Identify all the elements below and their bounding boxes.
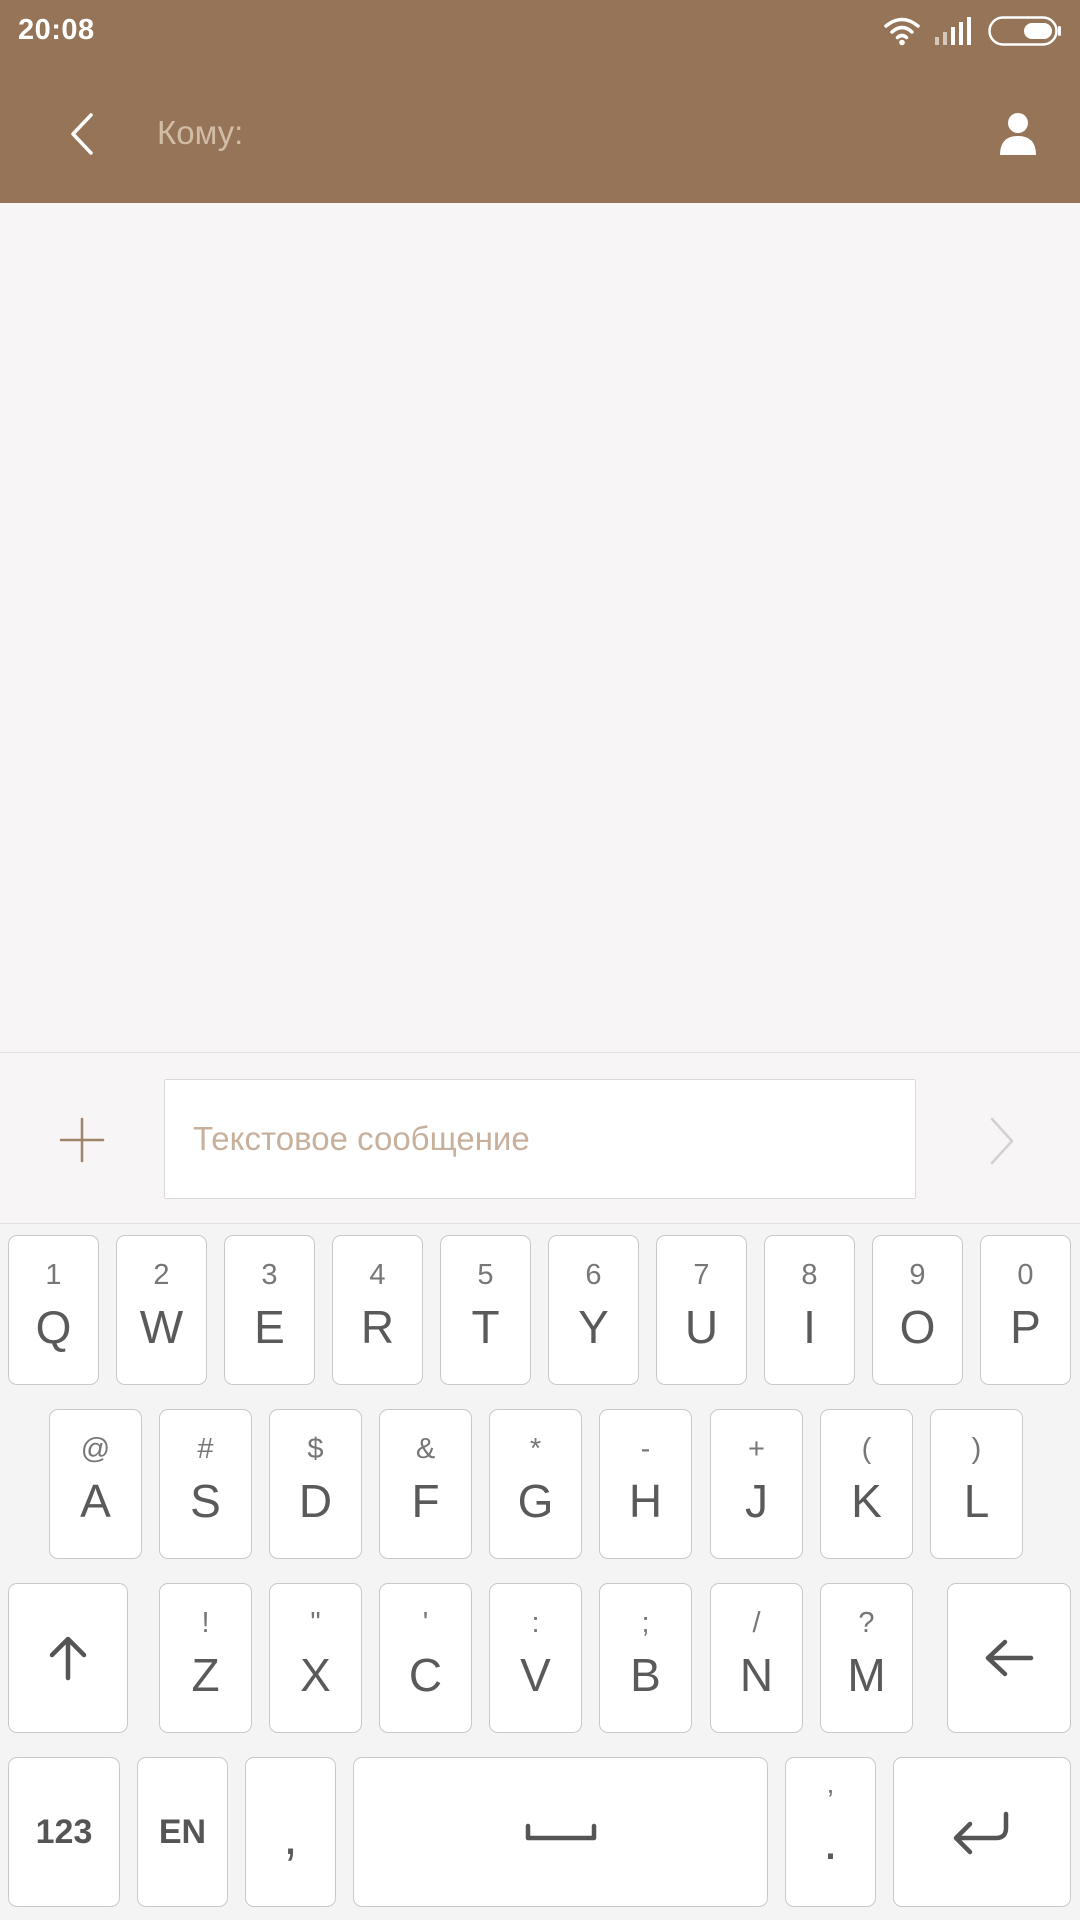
key-h[interactable]: -H — [599, 1409, 692, 1559]
battery-icon — [988, 16, 1061, 46]
language-key[interactable]: EN — [137, 1757, 228, 1907]
message-composer — [0, 1052, 1080, 1224]
key-t[interactable]: 5T — [440, 1235, 531, 1385]
key-w[interactable]: 2W — [116, 1235, 207, 1385]
enter-key[interactable] — [893, 1757, 1071, 1907]
key-x[interactable]: " X — [269, 1583, 362, 1733]
app-bar: 20:08 Кому: — [0, 0, 1080, 203]
keyboard: 1Q 2W 3E 4R 5T 6Y 7U 8I 9O 0P @ A # S $ D &… — [0, 1224, 1080, 1920]
period-key[interactable]: ’. — [785, 1757, 876, 1907]
plus-icon — [59, 1117, 105, 1163]
space-key[interactable] — [353, 1757, 768, 1907]
key-o[interactable]: 9O — [872, 1235, 963, 1385]
shift-key[interactable] — [8, 1583, 128, 1733]
chevron-left-icon — [71, 113, 93, 155]
key-f[interactable]: & F — [379, 1409, 472, 1559]
status-time: 20:08 — [18, 14, 95, 46]
backspace-key[interactable] — [947, 1583, 1071, 1733]
key-p[interactable]: 0P — [980, 1235, 1071, 1385]
chevron-right-icon — [990, 1117, 1014, 1165]
key-i[interactable]: 8I — [764, 1235, 855, 1385]
key-s[interactable]: # S — [159, 1409, 252, 1559]
key-c[interactable]: ' C — [379, 1583, 472, 1733]
recipient-field-label[interactable]: Кому: — [157, 114, 243, 152]
conversation-area — [0, 203, 1080, 1052]
arrow-up-icon — [49, 1636, 87, 1681]
arrow-left-icon — [985, 1639, 1034, 1677]
wifi-icon — [884, 17, 920, 46]
key-r[interactable]: 4R — [332, 1235, 423, 1385]
comma-key[interactable]: , — [245, 1757, 336, 1907]
key-m[interactable]: ? M — [820, 1583, 913, 1733]
send-button[interactable] — [978, 1111, 1022, 1171]
key-j[interactable]: + J — [710, 1409, 803, 1559]
contacts-button[interactable] — [986, 98, 1050, 170]
key-v[interactable]: :V — [489, 1583, 582, 1733]
key-k[interactable]: (K — [820, 1409, 913, 1559]
key-n[interactable]: / N — [710, 1583, 803, 1733]
attach-button[interactable] — [55, 1113, 109, 1167]
key-y[interactable]: 6Y — [548, 1235, 639, 1385]
person-icon — [1000, 113, 1036, 155]
key-d[interactable]: $ D — [269, 1409, 362, 1559]
key-u[interactable]: 7U — [656, 1235, 747, 1385]
status-icons — [884, 14, 1062, 48]
signal-icon — [935, 17, 971, 45]
space-bar-icon — [525, 1823, 596, 1841]
key-e[interactable]: 3E — [224, 1235, 315, 1385]
numbers-key[interactable]: 123 — [8, 1757, 120, 1907]
back-button[interactable] — [52, 100, 112, 168]
key-g[interactable]: * G — [489, 1409, 582, 1559]
key-a[interactable]: @ A — [49, 1409, 142, 1559]
key-q[interactable]: 1Q — [8, 1235, 99, 1385]
return-icon — [953, 1811, 1009, 1855]
message-input[interactable] — [164, 1079, 916, 1199]
key-l[interactable]: ) L — [930, 1409, 1023, 1559]
key-b[interactable]: ; B — [599, 1583, 692, 1733]
key-z[interactable]: ! Z — [159, 1583, 252, 1733]
